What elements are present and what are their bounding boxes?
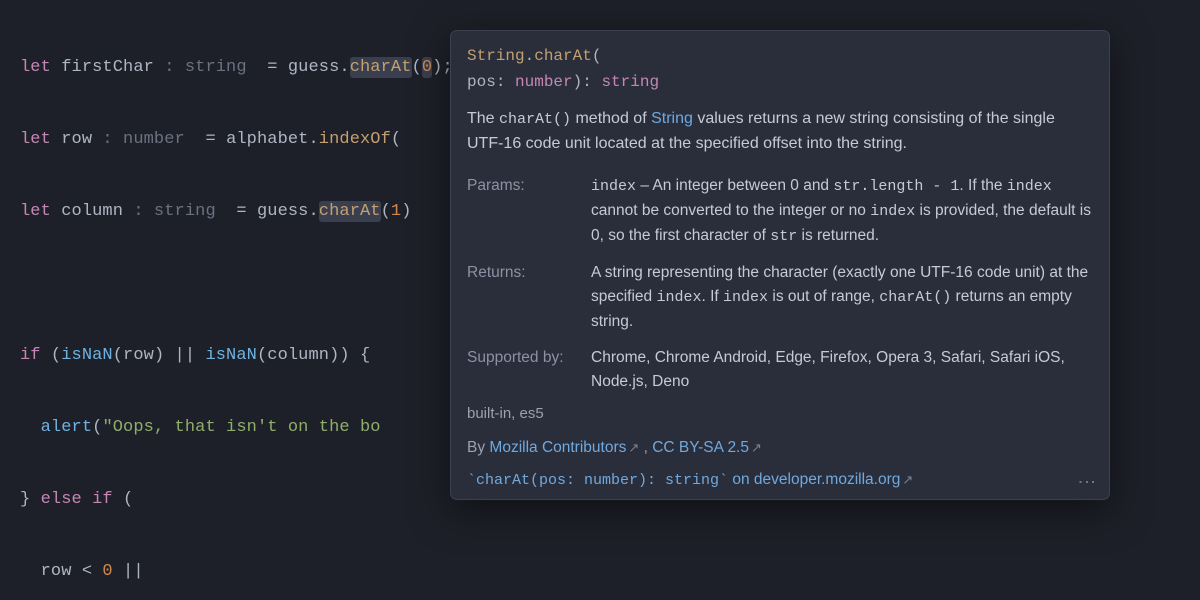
method-charat[interactable]: charAt [350,57,412,78]
returns-label: Returns: [467,261,577,334]
supported-label: Supported by: [467,346,577,394]
tags: built-in, es5 [451,400,1109,434]
mdn-link[interactable]: `charAt(pos: number): string` on develop… [467,471,900,488]
mdn-link-row: `charAt(pos: number): string` on develop… [451,466,1109,499]
description: The charAt() method of String values ret… [451,103,1109,168]
params-row: Params: index – An integer between 0 and… [451,168,1109,255]
keyword-let: let [20,58,51,77]
signature: String.charAt( pos: number): string [451,31,1109,103]
returns-value: A string representing the character (exa… [591,261,1093,334]
code-line[interactable]: row < 0 || [20,554,1200,590]
supported-value: Chrome, Chrome Android, Edge, Firefox, O… [591,346,1093,394]
supported-row: Supported by: Chrome, Chrome Android, Ed… [451,340,1109,400]
type-hint: : string [154,58,257,77]
returns-row: Returns: A string representing the chara… [451,255,1109,340]
identifier: firstChar [61,58,154,77]
documentation-popup[interactable]: String.charAt( pos: number): string The … [450,30,1110,500]
params-value: index – An integer between 0 and str.len… [591,174,1093,249]
external-link-icon: ↗ [626,440,639,455]
external-link-icon: ↗ [749,440,762,455]
external-link-icon: ↗ [900,472,913,487]
license-link[interactable]: CC BY-SA 2.5 [652,439,749,456]
params-label: Params: [467,174,577,249]
mozilla-contributors-link[interactable]: Mozilla Contributors [489,439,626,456]
attribution: By Mozilla Contributors↗ , CC BY-SA 2.5↗ [451,434,1109,466]
method-charat[interactable]: charAt [319,201,381,222]
more-options-icon[interactable]: ⋮ [1075,473,1099,491]
string-link[interactable]: String [651,110,693,127]
